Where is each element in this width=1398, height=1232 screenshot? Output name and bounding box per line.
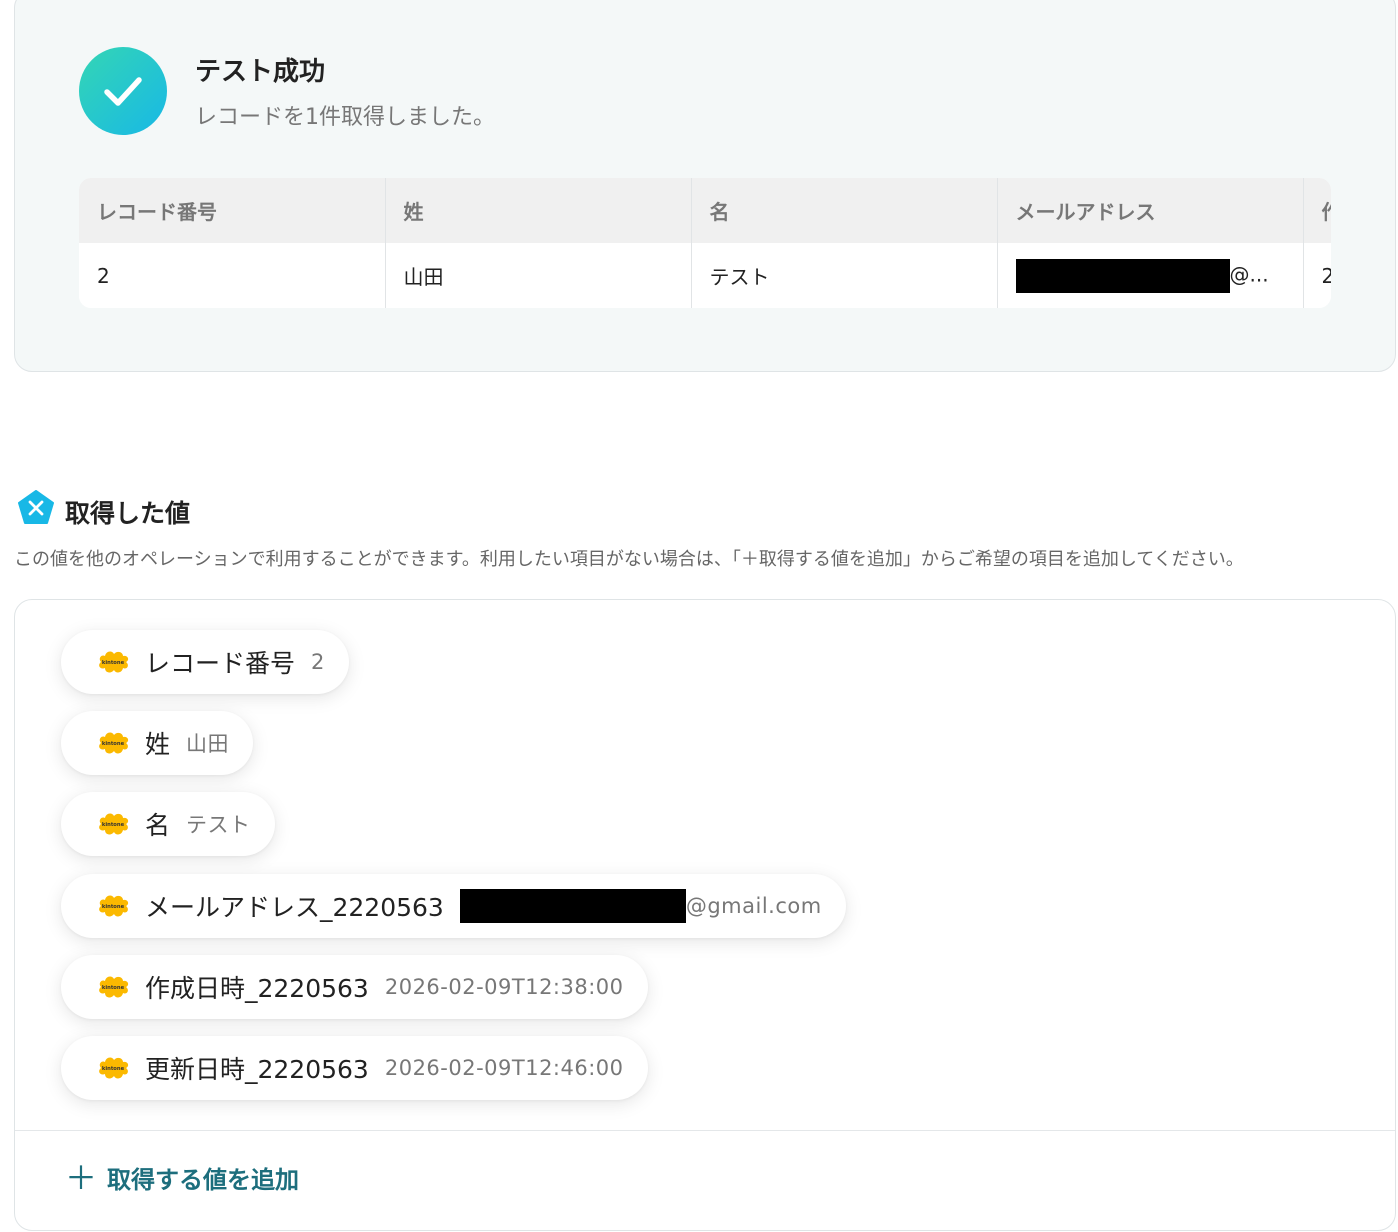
cell-email-suffix: @... xyxy=(1229,262,1269,286)
redaction-block xyxy=(1015,258,1230,293)
chip-value: 2026-02-09T12:38:00 xyxy=(384,975,624,999)
column-header: 名 xyxy=(691,178,998,243)
chip-value: 2 xyxy=(311,650,325,674)
column-header: 作 xyxy=(1303,178,1331,243)
chip-value-suffix: @gmail.com xyxy=(685,894,822,918)
chip-key: レコード番号 xyxy=(145,649,296,678)
chip-key: メールアドレス_2220563 xyxy=(145,893,444,922)
chip-key: 姓 xyxy=(145,730,171,759)
table-header-row: レコード番号 姓 名 メールアドレス 作 xyxy=(79,178,1331,243)
section-title: 取得した値 xyxy=(65,499,191,528)
table-row: 2 山田 テスト @... 2 xyxy=(79,243,1331,308)
chip-value: テスト xyxy=(186,813,251,837)
svg-text:kintone: kintone xyxy=(102,741,125,747)
divider xyxy=(15,1130,1395,1131)
kintone-logo-icon: kintone xyxy=(99,976,129,998)
kintone-logo-icon: kintone xyxy=(99,813,129,835)
chip-key: 作成日時_2220563 xyxy=(145,974,369,1003)
add-acquired-value-button[interactable]: ＋ 取得する値を追加 xyxy=(65,1160,299,1195)
column-header: レコード番号 xyxy=(79,178,386,243)
chip-value: 山田 xyxy=(186,732,230,756)
cell-record-no: 2 xyxy=(79,243,386,308)
value-chip-email[interactable]: kintone メールアドレス_2220563 @gmail.com xyxy=(61,874,846,938)
value-chip-first-name[interactable]: kintone 名 テスト xyxy=(61,792,275,856)
chip-key: 更新日時_2220563 xyxy=(145,1055,369,1084)
value-chip-last-name[interactable]: kintone 姓 山田 xyxy=(61,711,254,775)
plus-icon: ＋ xyxy=(65,1158,98,1197)
value-chip-created-at[interactable]: kintone 作成日時_2220563 2026-02-09T12:38:00 xyxy=(61,955,648,1019)
cell-last-name: 山田 xyxy=(385,243,692,308)
chip-value: 2026-02-09T12:46:00 xyxy=(384,1056,624,1080)
success-check-icon xyxy=(79,47,167,135)
test-result-card: テスト成功 レコードを1件取得しました。 レコード番号 姓 名 メールアドレス … xyxy=(14,0,1396,372)
svg-text:kintone: kintone xyxy=(102,985,125,991)
chip-value: @gmail.com xyxy=(459,889,822,923)
yoom-operation-icon xyxy=(18,490,54,524)
kintone-logo-icon: kintone xyxy=(99,895,129,917)
value-chip-record-no[interactable]: kintone レコード番号 2 xyxy=(61,630,349,694)
cell-email: @... xyxy=(997,243,1304,308)
record-table: レコード番号 姓 名 メールアドレス 作 2 山田 テスト @... 2 xyxy=(79,178,1331,308)
section-description: この値を他のオペレーションで利用することができます。利用したい項目がない場合は、… xyxy=(14,549,1244,570)
value-chip-updated-at[interactable]: kintone 更新日時_2220563 2026-02-09T12:46:00 xyxy=(61,1036,648,1100)
kintone-logo-icon: kintone xyxy=(99,732,129,754)
add-button-label: 取得する値を追加 xyxy=(107,1166,300,1194)
redaction-block xyxy=(459,889,686,923)
result-title: テスト成功 xyxy=(195,57,326,87)
svg-text:kintone: kintone xyxy=(102,904,125,910)
chip-key: 名 xyxy=(145,811,171,840)
acquired-values-card: kintone レコード番号 2 kintone 姓 山田 kintone 名 … xyxy=(14,599,1396,1231)
svg-text:kintone: kintone xyxy=(102,660,125,666)
svg-text:kintone: kintone xyxy=(102,1066,125,1072)
record-table-scroll[interactable]: レコード番号 姓 名 メールアドレス 作 2 山田 テスト @... 2 xyxy=(79,178,1331,308)
cell-first-name: テスト xyxy=(691,243,998,308)
column-header: 姓 xyxy=(385,178,692,243)
svg-text:kintone: kintone xyxy=(102,822,125,828)
kintone-logo-icon: kintone xyxy=(99,1057,129,1079)
column-header: メールアドレス xyxy=(997,178,1304,243)
kintone-logo-icon: kintone xyxy=(99,651,129,673)
result-subtitle: レコードを1件取得しました。 xyxy=(195,105,495,130)
cell-next-column: 2 xyxy=(1303,243,1331,308)
